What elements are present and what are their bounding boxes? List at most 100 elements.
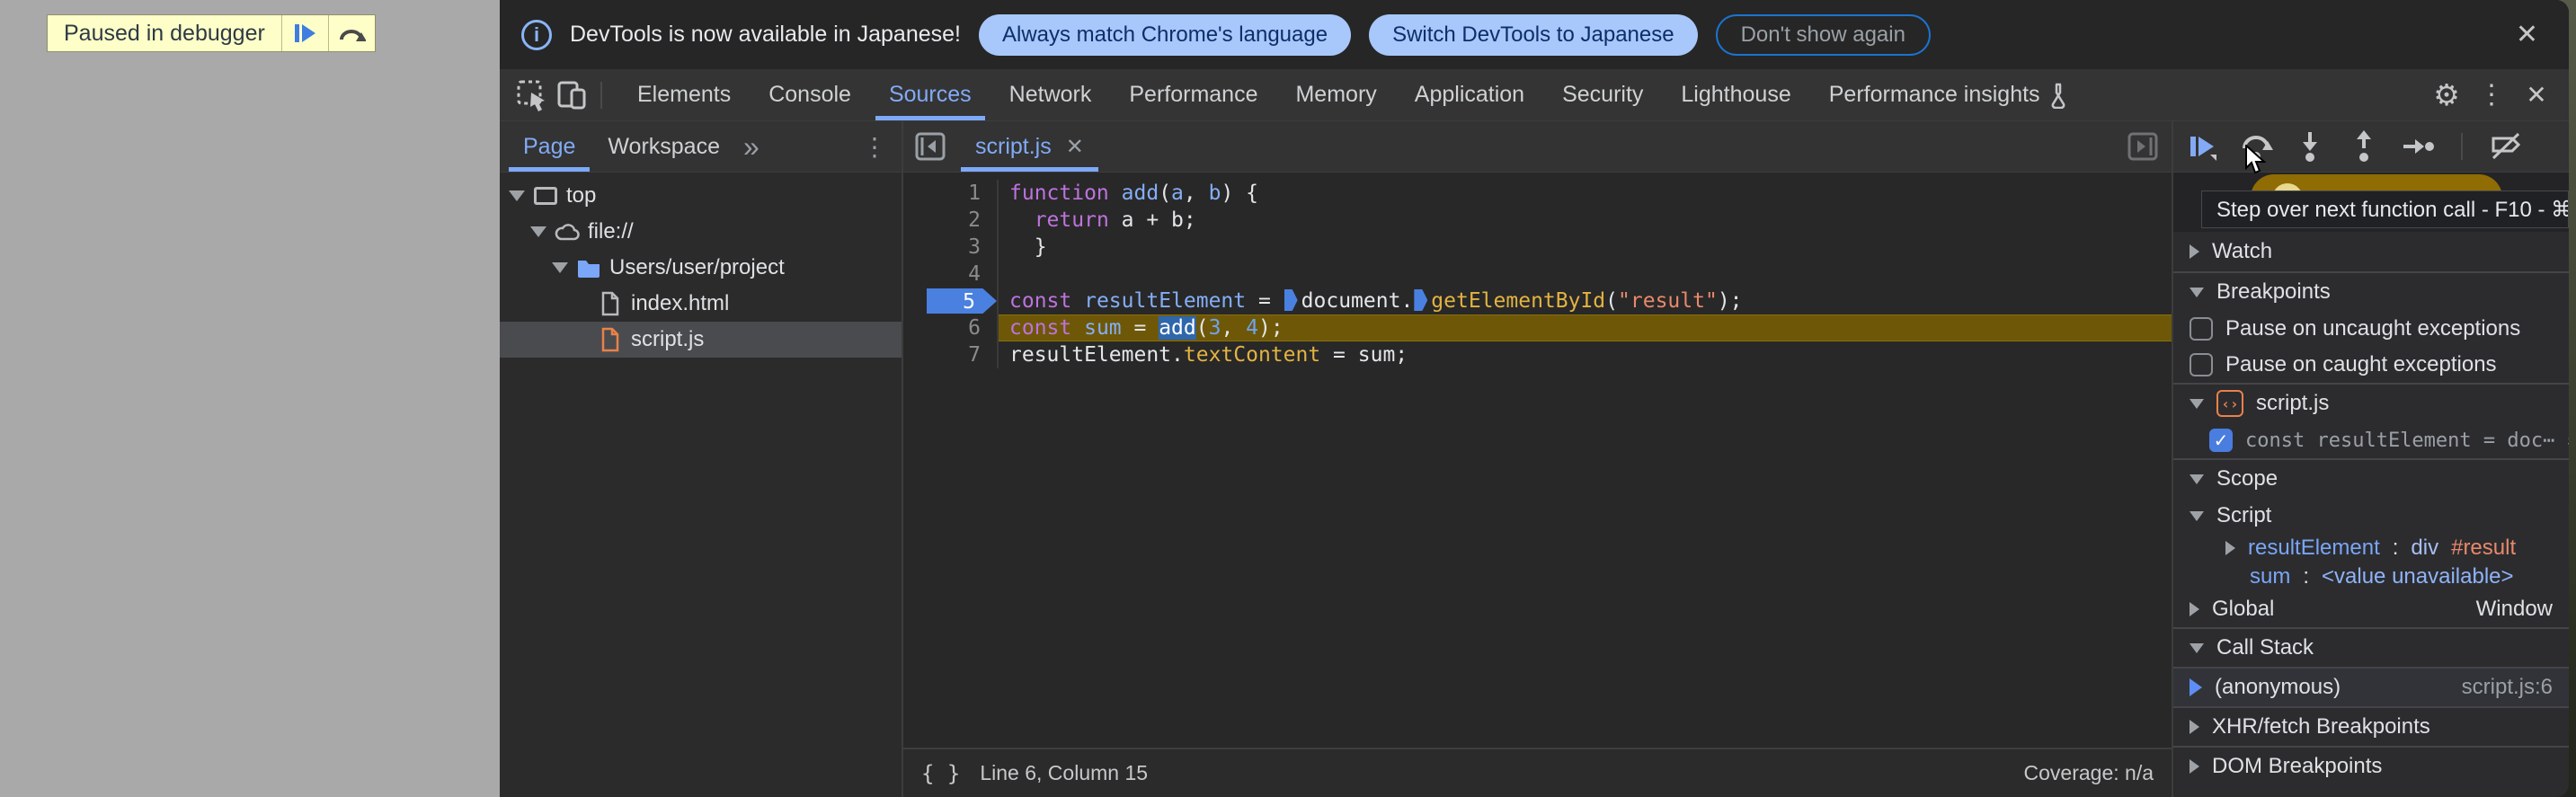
section-scope[interactable]: Scope — [2173, 458, 2569, 498]
devtools-toolbar: Elements Console Sources Network Performance… — [500, 69, 2569, 121]
dont-show-again-button[interactable]: Don't show again — [1715, 13, 1931, 56]
global-label: Global — [2212, 597, 2275, 621]
pause-uncaught-row[interactable]: Pause on uncaught exceptions — [2173, 311, 2569, 347]
inline-breakpoint-marker-icon[interactable] — [1414, 289, 1428, 311]
token-pl: ( — [1195, 316, 1209, 340]
section-breakpoints[interactable]: Breakpoints — [2173, 271, 2569, 311]
breakpoint-badge[interactable]: 5 — [927, 288, 997, 314]
tab-memory[interactable]: Memory — [1276, 69, 1395, 120]
tab-page[interactable]: Page — [507, 121, 591, 172]
inspect-element-button[interactable] — [512, 75, 552, 115]
panel-collapse-left-icon — [914, 130, 946, 163]
call-stack-title: Call Stack — [2216, 635, 2314, 660]
tree-item-file-[interactable]: file:// — [500, 214, 902, 250]
call-stack-frame[interactable]: (anonymous) script.js:6 — [2173, 667, 2569, 706]
breakpoint-file-group[interactable]: ‹› script.js — [2173, 383, 2569, 422]
resume-script-button[interactable] — [2182, 127, 2222, 166]
inline-breakpoint-marker-icon[interactable] — [1284, 289, 1298, 311]
tab-security[interactable]: Security — [1543, 69, 1662, 120]
token-kw: function — [1009, 182, 1109, 205]
tree-expand-caret-icon[interactable] — [530, 226, 546, 237]
pause-uncaught-checkbox[interactable] — [2190, 317, 2213, 341]
line-number-gutter[interactable]: 4 — [903, 261, 999, 288]
breakpoint-entry[interactable]: ✓ const resultElement = doc⋯ 5 — [2173, 422, 2569, 458]
more-tabs-chevron-icon[interactable]: » — [736, 121, 767, 172]
experiment-flask-icon — [2049, 82, 2073, 109]
tab-performance-insights[interactable]: Performance insights — [1810, 69, 2092, 120]
section-xhr-breakpoints[interactable]: XHR/fetch Breakpoints — [2173, 706, 2569, 746]
language-infobar: i DevTools is now available in Japanese!… — [500, 0, 2569, 69]
tab-sources[interactable]: Sources — [870, 69, 990, 120]
always-match-language-button[interactable]: Always match Chrome's language — [978, 13, 1352, 56]
tree-item-label: file:// — [588, 219, 634, 244]
tab-application[interactable]: Application — [1396, 69, 1543, 120]
scope-script-group[interactable]: Script — [2173, 498, 2569, 534]
pretty-print-icon[interactable]: { } — [921, 761, 960, 786]
deactivate-breakpoints-button[interactable] — [2486, 127, 2526, 166]
overlay-step-over-button[interactable] — [327, 15, 375, 51]
chevron-down-icon — [2190, 510, 2204, 521]
breakpoint-checkbox[interactable]: ✓ — [2209, 429, 2233, 452]
coverage-text: Coverage: n/a — [2023, 761, 2154, 784]
token-pl: ( — [1159, 182, 1172, 205]
tab-performance[interactable]: Performance — [1110, 69, 1276, 120]
token-pl: = — [1121, 316, 1159, 340]
editor-statusbar: { } Line 6, Column 15 Coverage: n/a — [903, 748, 2172, 797]
hide-navigator-button[interactable] — [903, 121, 957, 172]
section-call-stack[interactable]: Call Stack — [2173, 627, 2569, 667]
code-editor[interactable]: 1 function add(a, b) {2 return a + b; 3 } 4… — [903, 173, 2172, 748]
pause-caught-checkbox[interactable] — [2190, 353, 2213, 376]
switch-devtools-japanese-button[interactable]: Switch DevTools to Japanese — [1369, 13, 1698, 56]
token-prop: textContent — [1183, 343, 1321, 367]
pause-caught-row[interactable]: Pause on caught exceptions — [2173, 347, 2569, 383]
more-options-kebab-icon[interactable]: ⋮ — [2472, 75, 2511, 115]
tab-label: Memory — [1295, 82, 1377, 107]
file-tree: top file:// Users/user/project index.html sc… — [500, 173, 902, 797]
code-line-text: } — [999, 234, 2172, 261]
section-watch[interactable]: Watch — [2173, 232, 2569, 271]
navigator-pane: Page Workspace » ⋮ top file:// Users/user/… — [500, 121, 903, 797]
tree-item-index-html[interactable]: index.html — [500, 286, 902, 322]
token-pl: ) { — [1221, 182, 1259, 205]
settings-gear-icon[interactable]: ⚙ — [2427, 75, 2466, 115]
tab-workspace[interactable]: Workspace — [591, 121, 736, 172]
tree-item-script-js[interactable]: script.js — [500, 322, 902, 358]
tree-expand-caret-icon[interactable] — [552, 262, 568, 273]
line-number-gutter[interactable]: 7 — [903, 341, 999, 368]
file-tab-scriptjs[interactable]: script.js ✕ — [957, 121, 1102, 172]
tab-lighthouse[interactable]: Lighthouse — [1662, 69, 1809, 120]
token-pl: , — [1183, 182, 1209, 205]
tab-elements[interactable]: Elements — [618, 69, 750, 120]
scope-global-group[interactable]: Global Window — [2173, 591, 2569, 627]
infobar-close-icon[interactable]: ✕ — [2507, 18, 2547, 52]
line-number-gutter[interactable]: 1 — [903, 180, 999, 207]
chevron-down-icon — [2190, 474, 2204, 484]
tree-item-top[interactable]: top — [500, 178, 902, 214]
show-debugger-button[interactable] — [2127, 121, 2172, 172]
step-out-button[interactable] — [2344, 127, 2384, 166]
scope-var-resultelement[interactable]: resultElement: div #result — [2173, 534, 2569, 562]
line-number-gutter[interactable]: 5 — [903, 288, 999, 314]
token-pl: document. — [1301, 289, 1414, 313]
step-button[interactable] — [2398, 127, 2438, 166]
chevron-down-icon — [2190, 642, 2204, 653]
navigator-kebab-icon[interactable]: ⋮ — [855, 121, 902, 172]
overlay-resume-button[interactable] — [280, 15, 328, 51]
line-number-gutter[interactable]: 2 — [903, 207, 999, 234]
line-number-gutter[interactable]: 3 — [903, 234, 999, 261]
step-over-icon — [337, 20, 367, 47]
code-line-4: 4 — [903, 261, 2172, 288]
tree-item-users-user-project[interactable]: Users/user/project — [500, 250, 902, 286]
line-number-gutter[interactable]: 6 — [903, 314, 999, 341]
tree-expand-caret-icon[interactable] — [509, 190, 525, 201]
tab-network[interactable]: Network — [990, 69, 1111, 120]
tree-item-label: script.js — [631, 327, 705, 351]
section-dom-breakpoints[interactable]: DOM Breakpoints — [2173, 746, 2569, 785]
file-tab-close-icon[interactable]: ✕ — [1066, 134, 1084, 160]
paused-banner-text: Paused in debugger — [64, 20, 265, 46]
file-js-icon — [597, 326, 624, 353]
tab-console[interactable]: Console — [750, 69, 870, 120]
step-into-button[interactable] — [2290, 127, 2330, 166]
toggle-device-toolbar-button[interactable] — [552, 75, 591, 115]
devtools-close-icon[interactable]: ✕ — [2517, 75, 2556, 115]
